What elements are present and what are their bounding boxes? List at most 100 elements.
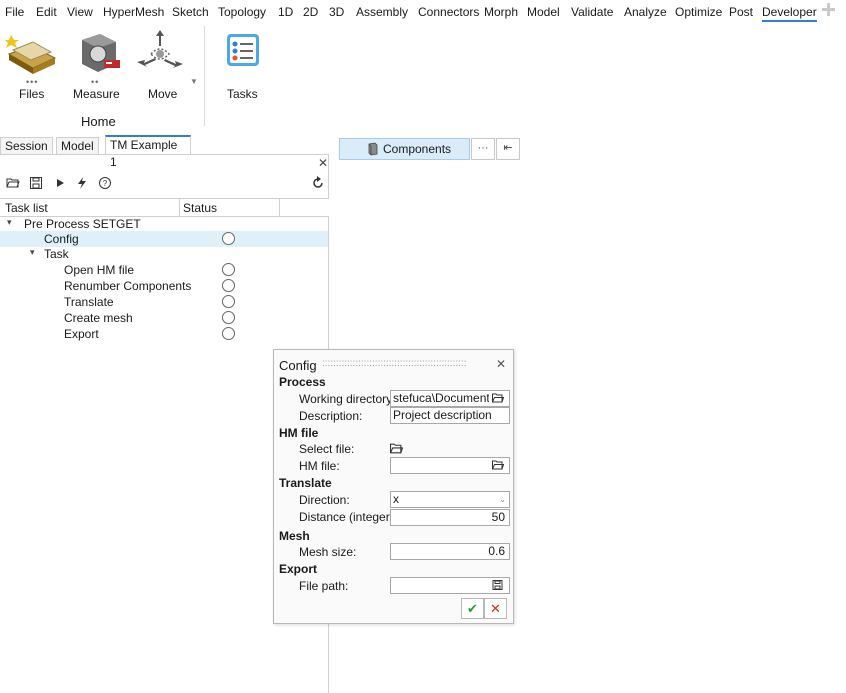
dialog-title: Config	[279, 358, 317, 373]
menu-analyze[interactable]: Analyze	[624, 5, 667, 19]
menu-bar: File Edit View HyperMesh Sketch Topology…	[0, 0, 846, 24]
close-panel-icon[interactable]: ✕	[318, 156, 328, 170]
menu-optimize[interactable]: Optimize	[675, 5, 722, 19]
cancel-close-button[interactable]: ✕	[484, 598, 507, 619]
menu-1d[interactable]: 1D	[278, 5, 293, 19]
tree-item-task[interactable]: ▾ Task	[0, 246, 328, 262]
config-dialog: Config :::::::::::::::::::::::::::::::::…	[273, 349, 514, 624]
tab-model[interactable]: Model	[56, 137, 99, 155]
menu-2d[interactable]: 2D	[303, 5, 318, 19]
description-label: Description:	[299, 409, 363, 423]
menu-view[interactable]: View	[67, 5, 93, 19]
section-export: Export	[279, 562, 318, 576]
hm-file-field[interactable]	[390, 457, 510, 474]
save-file-icon[interactable]	[492, 580, 504, 590]
tasks-icon[interactable]	[225, 32, 261, 68]
expand-chevron-down-icon[interactable]: ▾	[30, 247, 35, 258]
measure-icon[interactable]	[76, 30, 124, 76]
section-translate: Translate	[279, 476, 332, 490]
files-label: Files	[19, 87, 45, 101]
tree-item-label: Pre Process SETGET	[24, 217, 141, 231]
tree-item-label: Create mesh	[64, 311, 133, 325]
tab-session[interactable]: Session	[0, 137, 53, 155]
working-directory-field[interactable]: stefuca\Documents	[390, 390, 510, 407]
description-field[interactable]: Project description	[390, 407, 510, 424]
tree-item-translate[interactable]: Translate	[0, 294, 328, 310]
column-header-status[interactable]: Status	[183, 201, 217, 215]
help-icon[interactable]: ?	[98, 176, 112, 190]
status-pending-circle-icon	[222, 311, 235, 324]
task-list-header: Task list Status	[0, 198, 329, 217]
tree-item-label: Export	[64, 327, 99, 341]
column-separator	[179, 199, 180, 216]
move-dropdown-chevron-icon[interactable]: ▼	[190, 77, 198, 86]
menu-model[interactable]: Model	[527, 5, 560, 19]
menu-sketch[interactable]: Sketch	[172, 5, 209, 19]
files-icon[interactable]	[5, 32, 57, 76]
open-folder-icon[interactable]	[6, 176, 20, 190]
move-icon[interactable]	[133, 28, 187, 76]
column-header-task-list[interactable]: Task list	[5, 201, 48, 215]
measure-label: Measure	[73, 87, 120, 101]
menu-morph[interactable]: Morph	[484, 5, 518, 19]
menu-post[interactable]: Post	[729, 5, 753, 19]
browse-folder-icon[interactable]	[492, 393, 504, 403]
tasks-label: Tasks	[227, 87, 258, 101]
menu-validate[interactable]: Validate	[571, 5, 613, 19]
section-hm-file: HM file	[279, 426, 319, 440]
tree-item-label: Config	[44, 232, 79, 246]
ribbon-separator	[204, 26, 205, 126]
add-tab-plus-icon[interactable]	[822, 3, 835, 16]
tab-tm-example-1[interactable]: TM Example 1	[105, 135, 191, 169]
more-options-button[interactable]: ···	[471, 138, 495, 160]
direction-select[interactable]: x ⌄	[390, 491, 510, 508]
components-label: Components	[383, 142, 452, 156]
tree-item-renumber-components[interactable]: Renumber Components	[0, 278, 328, 294]
mesh-size-label: Mesh size:	[299, 545, 357, 559]
tab-baseline	[0, 154, 329, 155]
menu-file[interactable]: File	[5, 5, 24, 19]
select-file-folder-icon[interactable]	[390, 443, 403, 454]
description-value: Project description	[393, 408, 492, 422]
tree-item-label: Task	[44, 247, 69, 261]
dialog-close-icon[interactable]: ✕	[496, 357, 506, 371]
tree-item-pre-process-setget[interactable]: ▾ Pre Process SETGET	[0, 216, 328, 232]
browse-folder-icon[interactable]	[492, 460, 504, 470]
menu-3d[interactable]: 3D	[329, 5, 344, 19]
mesh-size-field[interactable]: 0.6	[390, 543, 510, 560]
distance-label: Distance (integer):	[299, 510, 398, 524]
lightning-icon[interactable]	[75, 176, 89, 190]
menu-edit[interactable]: Edit	[36, 5, 57, 19]
ok-checkmark-button[interactable]: ✔	[461, 598, 484, 619]
collapse-panel-icon[interactable]: ⇤	[496, 138, 520, 160]
run-play-icon[interactable]	[53, 176, 67, 190]
tree-item-config[interactable]: Config	[0, 231, 328, 247]
components-button[interactable]: Components	[339, 138, 470, 160]
file-path-field[interactable]	[390, 577, 510, 594]
section-process: Process	[279, 375, 326, 389]
tree-item-create-mesh[interactable]: Create mesh	[0, 310, 328, 326]
tree-item-export[interactable]: Export	[0, 326, 328, 342]
chevron-down-icon[interactable]: ⌄	[499, 492, 506, 507]
refresh-icon[interactable]	[311, 176, 325, 190]
component-cube-icon	[368, 142, 378, 156]
distance-value: 50	[491, 510, 505, 524]
menu-topology[interactable]: Topology	[218, 5, 266, 19]
direction-value: x	[393, 492, 399, 506]
tree-item-open-hm-file[interactable]: Open HM file	[0, 262, 328, 278]
ribbon-group-home: Home	[81, 114, 116, 129]
direction-label: Direction:	[299, 493, 350, 507]
menu-connectors[interactable]: Connectors	[418, 5, 479, 19]
menu-assembly[interactable]: Assembly	[356, 5, 408, 19]
expand-chevron-down-icon[interactable]: ▾	[7, 217, 12, 228]
working-directory-label: Working directory:	[299, 392, 396, 406]
column-separator	[279, 199, 280, 216]
tree-item-label: Open HM file	[64, 263, 135, 277]
menu-hypermesh[interactable]: HyperMesh	[103, 5, 164, 19]
file-path-label: File path:	[299, 579, 349, 593]
ribbon: ••• Files •• Measure ▼ Move Tasks Home	[0, 24, 846, 132]
distance-field[interactable]: 50	[390, 509, 510, 526]
menu-developer[interactable]: Developer	[762, 5, 817, 22]
save-icon[interactable]	[29, 176, 43, 190]
dialog-drag-handle[interactable]: ::::::::::::::::::::::::::::::::::::::::…	[322, 358, 490, 369]
